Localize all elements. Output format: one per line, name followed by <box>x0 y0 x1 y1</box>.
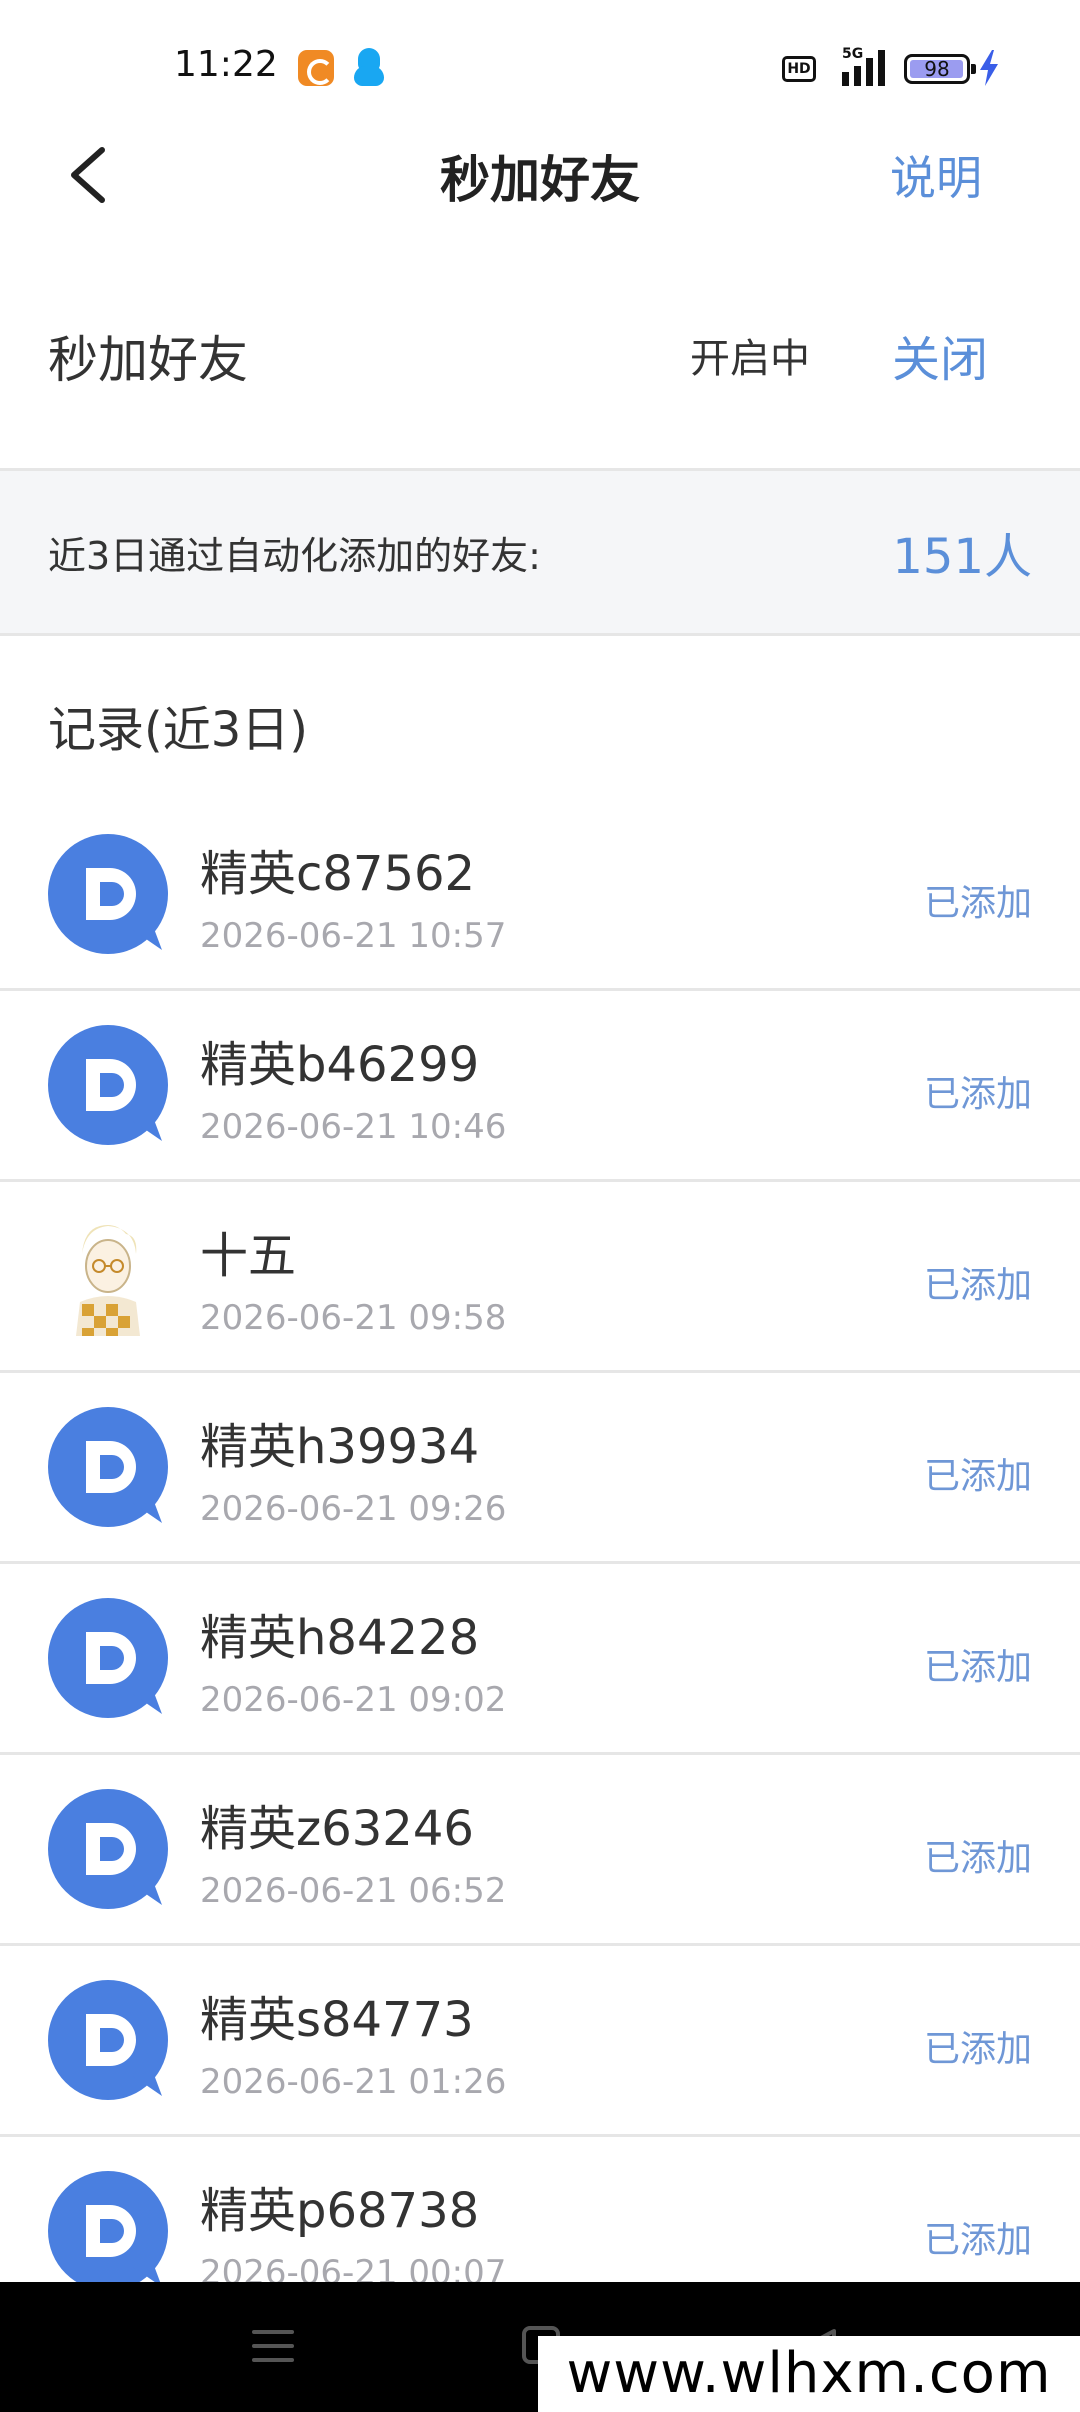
network-type-label: 5G <box>842 46 864 62</box>
toggle-status: 开启中 <box>690 336 810 382</box>
charging-bolt-icon <box>980 50 998 86</box>
record-status: 已添加 <box>923 2029 1032 2070</box>
record-row[interactable]: 精英h39934 2026-06-21 09:26 已添加 <box>0 1373 1080 1564</box>
record-time: 2026-06-21 06:52 <box>200 1871 507 1911</box>
record-row[interactable]: 精英s84773 2026-06-21 01:26 已添加 <box>0 1946 1080 2137</box>
watermark: www.wlhxm.com <box>538 2336 1080 2412</box>
record-time: 2026-06-21 10:46 <box>200 1107 507 1147</box>
stats-value: 151人 <box>892 529 1032 585</box>
record-row[interactable]: 精英z63246 2026-06-21 06:52 已添加 <box>0 1755 1080 1946</box>
record-status: 已添加 <box>923 1074 1032 1115</box>
records-title: 记录(近3日) <box>48 702 308 758</box>
record-name: 精英h84228 <box>200 1610 480 1666</box>
avatar <box>46 1978 170 2102</box>
record-time: 2026-06-21 10:57 <box>200 916 507 956</box>
record-status: 已添加 <box>923 1265 1032 1306</box>
status-bar: 11:22 HD 5G 98 <box>0 0 1080 120</box>
hd-icon: HD <box>782 56 816 82</box>
auto-add-toggle-row: 秒加好友 开启中 关闭 <box>0 290 1080 418</box>
battery-icon: 98 <box>904 54 976 84</box>
avatar <box>46 2169 170 2293</box>
status-time: 11:22 <box>174 44 278 85</box>
record-time: 2026-06-21 09:26 <box>200 1489 507 1529</box>
record-name: 精英h39934 <box>200 1419 480 1475</box>
record-name: 精英b46299 <box>200 1037 480 1093</box>
record-status: 已添加 <box>923 1456 1032 1497</box>
battery-level-text: 98 <box>924 57 950 81</box>
app-notification-icon <box>298 50 334 86</box>
avatar <box>46 1214 170 1338</box>
record-name: 精英p68738 <box>200 2183 480 2239</box>
toggle-label: 秒加好友 <box>48 331 248 389</box>
record-row[interactable]: 精英h84228 2026-06-21 09:02 已添加 <box>0 1564 1080 1755</box>
record-status: 已添加 <box>923 1647 1032 1688</box>
record-time: 2026-06-21 09:02 <box>200 1680 507 1720</box>
close-toggle-button[interactable]: 关闭 <box>892 320 988 390</box>
avatar <box>46 1023 170 1147</box>
record-name: 精英c87562 <box>200 846 476 902</box>
help-link[interactable]: 说明 <box>890 142 982 208</box>
qq-icon <box>352 48 386 88</box>
record-name: 十五 <box>200 1228 297 1284</box>
record-row[interactable]: 十五 2026-06-21 09:58 已添加 <box>0 1182 1080 1373</box>
record-status: 已添加 <box>923 1838 1032 1879</box>
record-status: 已添加 <box>923 883 1032 924</box>
record-row[interactable]: 精英b46299 2026-06-21 10:46 已添加 <box>0 991 1080 1182</box>
record-name: 精英s84773 <box>200 1992 474 2048</box>
signal-5g-icon: 5G <box>828 46 890 86</box>
header: 秒加好友 说明 <box>0 120 1080 230</box>
avatar <box>46 1405 170 1529</box>
record-time: 2026-06-21 01:26 <box>200 2062 507 2102</box>
avatar <box>46 1596 170 1720</box>
records-list: 精英c87562 2026-06-21 10:57 已添加 精英b46299 2026-… <box>0 800 1080 2328</box>
avatar <box>46 1787 170 1911</box>
stats-label: 近3日通过自动化添加的好友: <box>48 534 541 578</box>
record-row[interactable]: 精英c87562 2026-06-21 10:57 已添加 <box>0 800 1080 991</box>
record-time: 2026-06-21 09:58 <box>200 1298 507 1338</box>
divider <box>0 633 1080 636</box>
stats-row: 近3日通过自动化添加的好友: 151人 <box>0 471 1080 633</box>
record-name: 精英z63246 <box>200 1801 474 1857</box>
record-status: 已添加 <box>923 2220 1032 2261</box>
avatar <box>46 832 170 956</box>
recent-apps-button[interactable] <box>252 2326 294 2366</box>
